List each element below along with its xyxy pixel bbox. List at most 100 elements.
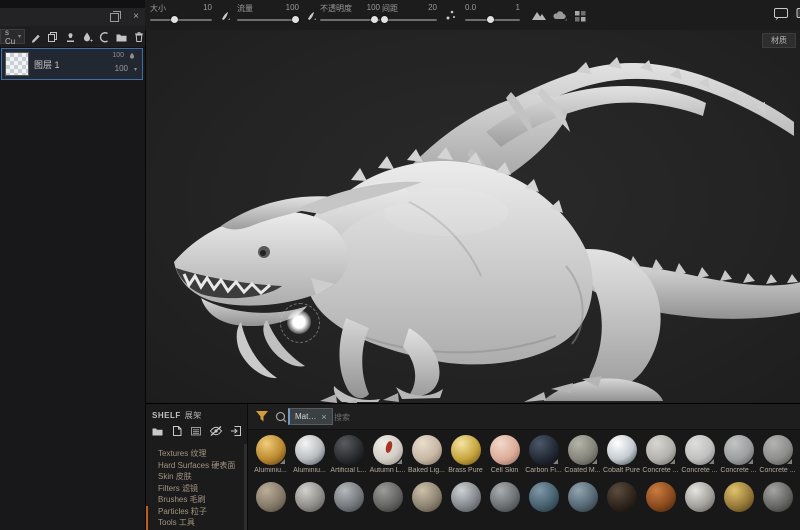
material-sphere[interactable]	[684, 435, 715, 465]
stamp-icon[interactable]	[64, 31, 76, 43]
material-item[interactable]: Baked Lig...	[407, 435, 446, 474]
size-slider[interactable]: 大小 10	[150, 0, 212, 30]
material-sphere[interactable]	[567, 482, 598, 512]
material-item[interactable]: Concrete ...	[758, 435, 797, 474]
material-sphere[interactable]	[372, 435, 403, 465]
stack-icon[interactable]	[190, 425, 202, 437]
blend-mode-dropdown[interactable]: s Cu ▾	[0, 28, 25, 46]
material-sphere[interactable]	[372, 482, 403, 512]
folder-icon[interactable]	[115, 31, 128, 43]
material-item[interactable]: Aluminiu...	[290, 435, 329, 474]
layer-thumbnail[interactable]	[5, 52, 29, 76]
material-item[interactable]	[446, 482, 485, 512]
layer-opacity-bottom[interactable]: 100	[115, 64, 128, 73]
material-item[interactable]	[758, 482, 797, 512]
material-item[interactable]	[251, 482, 290, 512]
folder-icon[interactable]	[151, 425, 164, 437]
material-item[interactable]	[719, 482, 758, 512]
material-sphere[interactable]	[528, 435, 559, 465]
search-icon[interactable]	[275, 411, 287, 423]
material-sphere[interactable]	[294, 435, 325, 465]
slider-handle[interactable]	[292, 16, 300, 23]
float-window-icon[interactable]	[110, 11, 121, 22]
material-sphere[interactable]	[567, 435, 598, 465]
trash-icon[interactable]	[133, 31, 145, 43]
material-sphere[interactable]	[333, 435, 364, 465]
fill-drop-icon[interactable]	[81, 31, 93, 43]
copy-layer-icon[interactable]	[47, 31, 59, 43]
material-item[interactable]: Artificial L...	[329, 435, 368, 474]
material-item[interactable]	[641, 482, 680, 512]
slider-track[interactable]	[380, 16, 437, 23]
slider-track[interactable]	[465, 16, 520, 23]
material-sphere[interactable]	[606, 482, 637, 512]
shelf-scrollbar[interactable]	[244, 444, 247, 530]
material-sphere[interactable]	[762, 435, 793, 465]
dragon-model[interactable]	[146, 30, 800, 403]
slider-track[interactable]	[150, 16, 212, 23]
material-sphere[interactable]	[333, 482, 364, 512]
material-item[interactable]: Concrete ...	[680, 435, 719, 474]
material-sphere[interactable]	[489, 435, 520, 465]
eye-off-icon[interactable]	[209, 425, 223, 437]
material-item[interactable]	[485, 482, 524, 512]
shelf-category[interactable]: Filters 滤镜	[158, 483, 243, 495]
scatter-icon[interactable]	[443, 8, 459, 24]
slider-track[interactable]	[237, 16, 300, 23]
brush-falloff-icon[interactable]	[217, 8, 233, 24]
material-item[interactable]: Coated M...	[563, 435, 602, 474]
slider-handle[interactable]	[170, 16, 178, 23]
material-sphere[interactable]	[450, 482, 481, 512]
material-sphere[interactable]	[255, 482, 286, 512]
slider-handle[interactable]	[380, 16, 388, 23]
material-sphere[interactable]	[255, 435, 286, 465]
material-sphere[interactable]	[411, 435, 442, 465]
filter-chip[interactable]: Mat… ×	[288, 408, 333, 425]
material-sphere[interactable]	[450, 435, 481, 465]
material-item[interactable]	[368, 482, 407, 512]
material-item[interactable]: Concrete ...	[719, 435, 758, 474]
funnel-icon[interactable]	[255, 410, 269, 423]
material-item[interactable]: Aluminiu...	[251, 435, 290, 474]
import-icon[interactable]	[230, 425, 242, 437]
chevron-down-icon[interactable]: ▾	[134, 66, 137, 73]
shelf-category[interactable]: Hard Surfaces 硬表面	[158, 460, 243, 472]
material-item[interactable]	[329, 482, 368, 512]
layer-row[interactable]: 图层 1 100 100 ▾	[1, 48, 143, 80]
brush-cursor[interactable]	[287, 310, 311, 334]
material-item[interactable]	[524, 482, 563, 512]
view-mode-chip[interactable]: 材质	[762, 33, 796, 48]
material-sphere[interactable]	[723, 435, 754, 465]
material-item[interactable]	[602, 482, 641, 512]
search-placeholder[interactable]: 搜索	[334, 412, 350, 423]
close-icon[interactable]: ×	[133, 11, 139, 23]
grid-icon[interactable]	[573, 8, 589, 24]
layer-opacity-top[interactable]: 100	[112, 52, 124, 59]
material-item[interactable]: Cell Skin	[485, 435, 524, 474]
material-item[interactable]: Cobalt Pure	[602, 435, 641, 474]
material-sphere[interactable]	[294, 482, 325, 512]
curve-icon[interactable]	[98, 31, 110, 43]
material-sphere[interactable]	[411, 482, 442, 512]
range-slider[interactable]: 0.0 1	[465, 0, 520, 30]
material-item[interactable]	[290, 482, 329, 512]
panel-edge-icon[interactable]	[795, 6, 800, 22]
slider-handle[interactable]	[371, 16, 378, 23]
material-sphere[interactable]	[606, 435, 637, 465]
material-item[interactable]	[563, 482, 602, 512]
opacity-slider[interactable]: 不透明度 100	[320, 0, 380, 30]
shelf-category[interactable]: Tools 工具	[158, 517, 243, 529]
new-page-icon[interactable]	[171, 425, 183, 437]
material-item[interactable]: Concrete ...	[641, 435, 680, 474]
material-item[interactable]	[407, 482, 446, 512]
slider-handle[interactable]	[487, 16, 495, 23]
material-sphere[interactable]	[645, 482, 676, 512]
shelf-category[interactable]: Particles 粒子	[158, 506, 243, 518]
slider-track[interactable]	[320, 16, 380, 23]
chip-close-icon[interactable]: ×	[321, 412, 326, 422]
shelf-category[interactable]: Skin 皮肤	[158, 471, 243, 483]
shelf-category[interactable]: Textures 纹理	[158, 448, 243, 460]
material-sphere[interactable]	[684, 482, 715, 512]
material-item[interactable]: Autumn L...	[368, 435, 407, 474]
material-item[interactable]: Brass Pure	[446, 435, 485, 474]
